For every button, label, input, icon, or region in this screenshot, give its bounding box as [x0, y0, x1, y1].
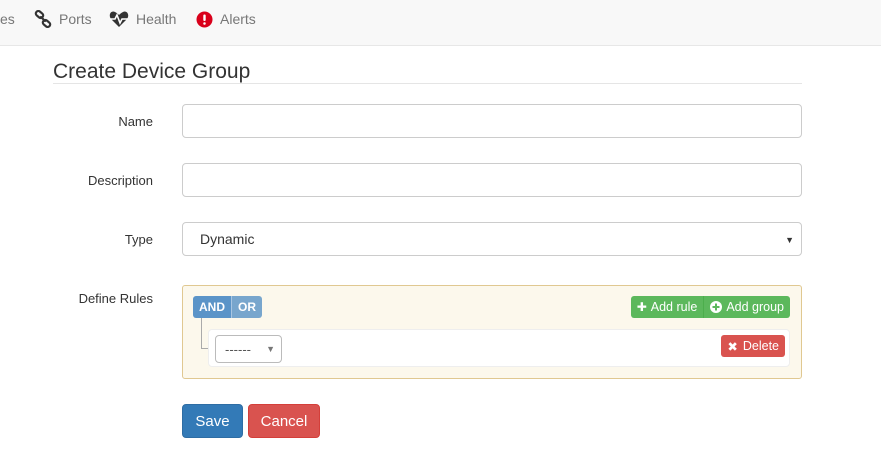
description-label: Description: [87, 173, 153, 188]
nav-item-devices[interactable]: es: [0, 0, 15, 38]
type-select[interactable]: Dynamic ▼: [182, 222, 802, 256]
nav-item-alerts[interactable]: Alerts: [196, 0, 256, 38]
link-icon: [34, 10, 52, 28]
add-rule-label: Add rule: [650, 300, 698, 314]
add-rule-button[interactable]: ✚ Add rule: [630, 296, 705, 318]
plus-icon: ✚: [636, 300, 647, 314]
nav-item-health[interactable]: Health: [109, 0, 176, 38]
caret-down-icon: ▼: [785, 235, 794, 245]
condition-or-button[interactable]: OR: [232, 296, 262, 318]
type-label: Type: [124, 232, 153, 247]
rule-field-value: ------: [225, 341, 251, 357]
rule-row: ------ ▼ ✖ Delete: [208, 329, 790, 367]
define-rules-label: Define Rules: [78, 291, 153, 306]
cancel-button[interactable]: Cancel: [248, 404, 320, 438]
description-input[interactable]: [182, 163, 802, 197]
condition-and-button[interactable]: AND: [193, 296, 232, 318]
nav-item-label: es: [0, 11, 15, 27]
caret-down-icon: ▼: [266, 344, 275, 354]
add-group-label: Add group: [726, 300, 784, 314]
rule-field-select[interactable]: ------ ▼: [215, 335, 282, 363]
nav-item-ports[interactable]: Ports: [34, 0, 92, 38]
query-builder: AND OR ✚ Add rule Add group ------ ▼ ✖ D…: [182, 285, 802, 379]
nav-item-label: Health: [136, 11, 177, 27]
tree-connector: [201, 318, 202, 349]
name-label: Name: [118, 114, 153, 129]
save-button[interactable]: Save: [182, 404, 243, 438]
title-divider: [53, 83, 802, 84]
delete-rule-button[interactable]: ✖ Delete: [721, 335, 785, 357]
page-title: Create Device Group: [53, 60, 251, 83]
add-actions: ✚ Add rule Add group: [630, 296, 790, 318]
type-select-value: Dynamic: [200, 231, 255, 247]
name-input[interactable]: [182, 104, 802, 138]
exclamation-circle-icon: [196, 11, 213, 28]
nav-item-label: Alerts: [220, 11, 256, 27]
condition-toggle: AND OR: [193, 296, 262, 318]
close-icon: ✖: [727, 339, 738, 354]
plus-circle-icon: [710, 301, 723, 313]
delete-label: Delete: [742, 339, 779, 353]
nav-item-label: Ports: [59, 11, 92, 27]
heartbeat-icon: [109, 11, 129, 28]
top-navbar: es Ports Health Alerts: [0, 0, 881, 46]
add-group-button[interactable]: Add group: [704, 296, 790, 318]
